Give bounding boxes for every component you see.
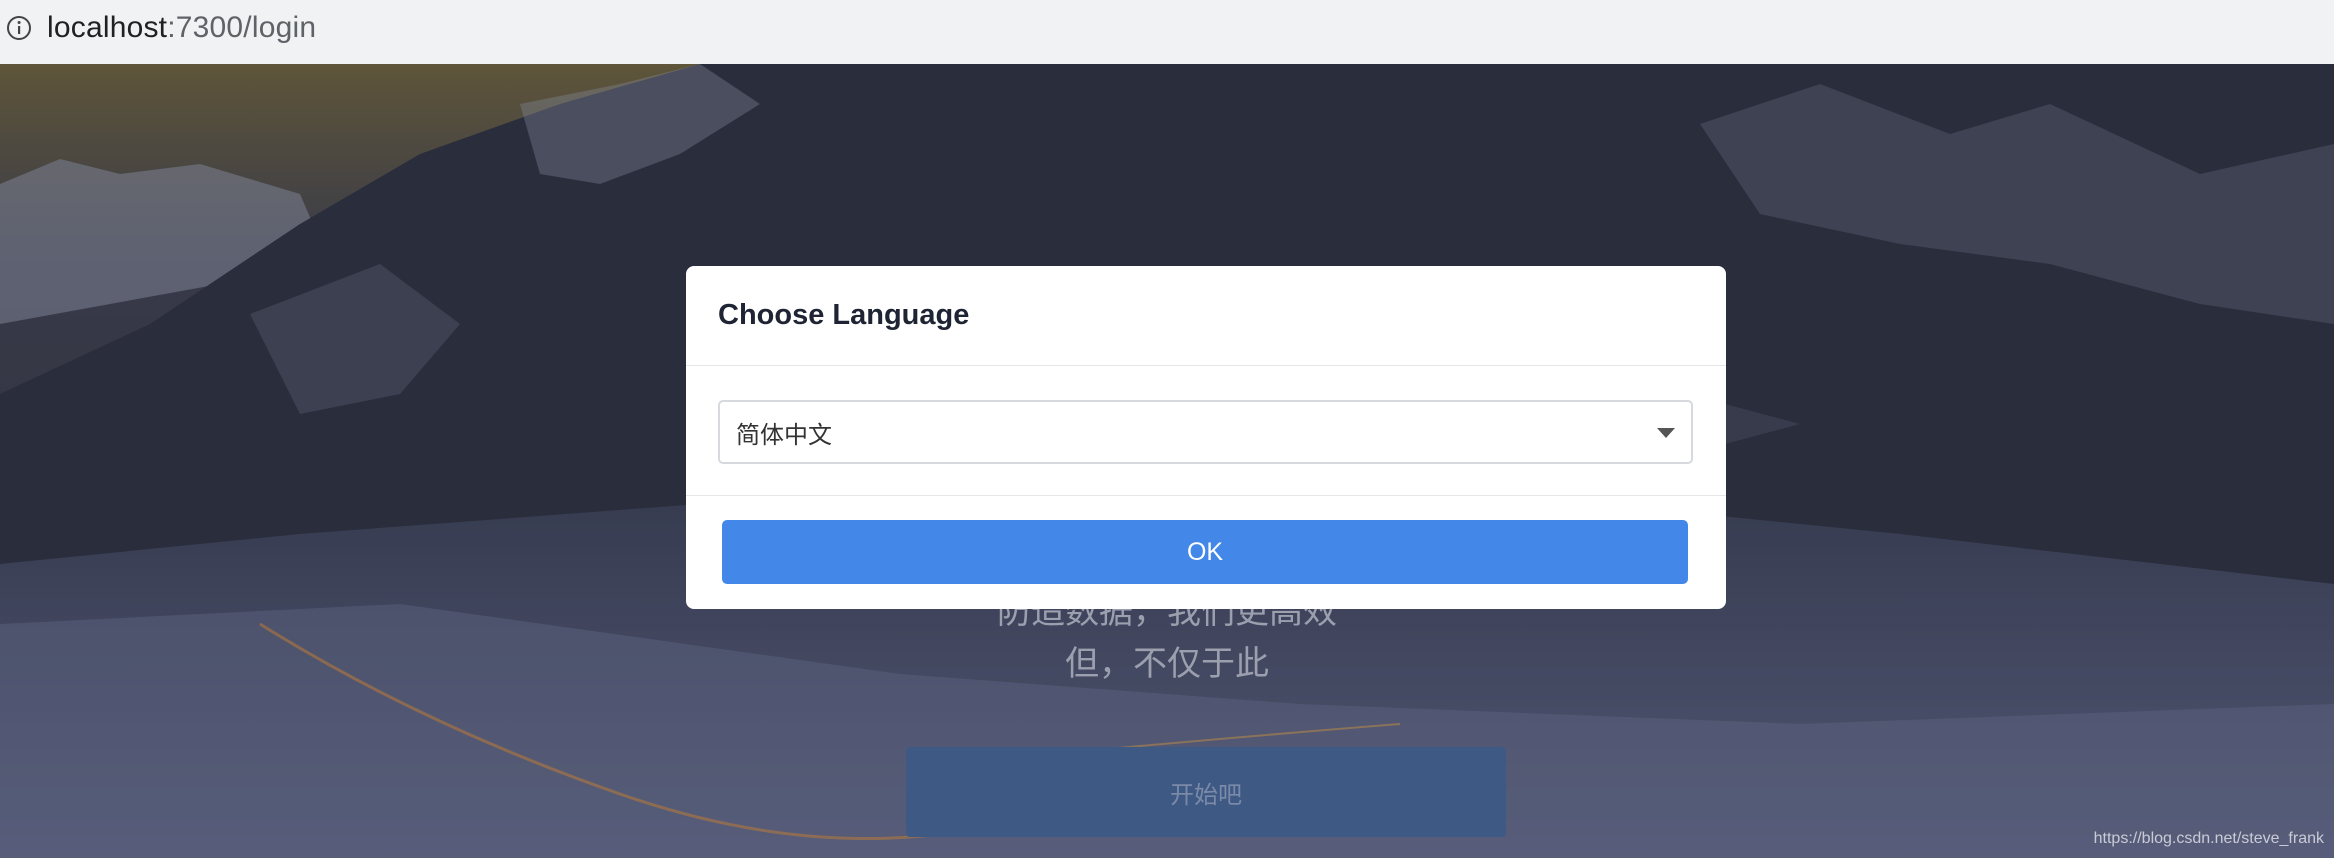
modal-title: Choose Language xyxy=(718,299,970,331)
modal-header: Choose Language xyxy=(686,266,1726,366)
modal-body: 简体中文 xyxy=(686,366,1726,496)
start-button[interactable]: 开始吧 xyxy=(906,747,1506,837)
browser-address-bar[interactable]: localhost:7300/login xyxy=(0,0,2334,56)
watermark-credit: https://blog.csdn.net/steve_frank xyxy=(2093,830,2324,847)
url-host: localhost xyxy=(47,11,168,44)
ok-button[interactable]: OK xyxy=(722,520,1688,584)
url-path: :7300/login xyxy=(167,11,317,44)
language-modal: Choose Language 简体中文 OK xyxy=(686,266,1726,609)
modal-footer: OK xyxy=(686,496,1726,584)
info-icon[interactable] xyxy=(5,14,33,42)
language-select[interactable]: 简体中文 xyxy=(718,400,1693,464)
caret-down-icon[interactable] xyxy=(1657,428,1675,438)
address-url[interactable]: localhost:7300/login xyxy=(47,11,316,45)
language-select-value: 简体中文 xyxy=(736,420,832,449)
slogan-line-2: 但，不仅于此 xyxy=(1065,644,1269,684)
